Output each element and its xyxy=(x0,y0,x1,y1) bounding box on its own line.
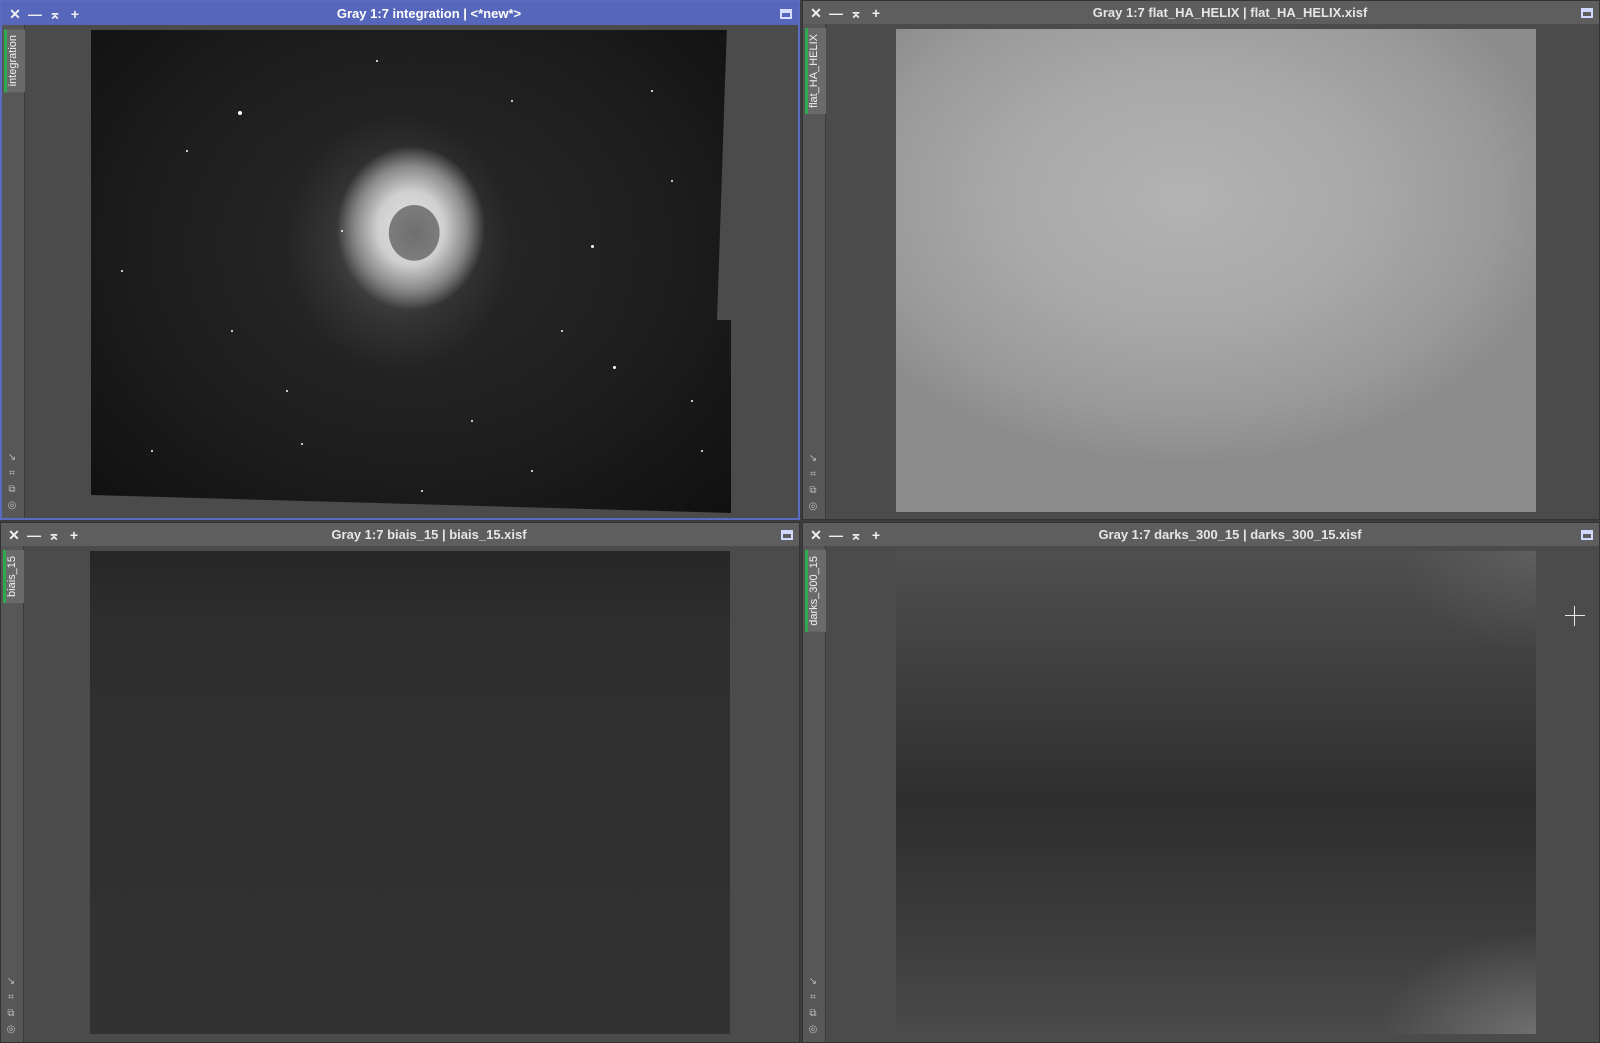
window-titlebar[interactable]: ✕ — ⌅ + Gray 1:7 flat_HA_HELIX | flat_HA… xyxy=(803,1,1599,24)
image-viewport[interactable] xyxy=(24,546,799,1042)
workspace: ✕ — ⌅ + Gray 1:7 integration | <*new*> i… xyxy=(0,0,1600,1043)
extend-icon[interactable]: + xyxy=(869,528,883,542)
arrow-icon[interactable]: ↘ xyxy=(6,452,18,464)
view-tab-bias[interactable]: biais_15 xyxy=(3,550,24,603)
shade-icon[interactable]: — xyxy=(28,7,42,21)
arrow-icon[interactable]: ↘ xyxy=(5,976,17,988)
bias-image[interactable] xyxy=(90,551,730,1034)
maximize-icon[interactable] xyxy=(781,529,793,540)
close-icon[interactable]: ✕ xyxy=(809,528,823,542)
crop-icon[interactable]: ⌗ xyxy=(5,992,17,1004)
crop-icon[interactable]: ⌗ xyxy=(807,469,819,481)
crop-icon[interactable]: ⌗ xyxy=(6,468,18,480)
target-icon[interactable]: ◎ xyxy=(807,1024,819,1036)
image-viewport[interactable] xyxy=(826,546,1599,1042)
shade-icon[interactable]: — xyxy=(27,528,41,542)
target-icon[interactable]: ◎ xyxy=(6,500,18,512)
image-window-integration[interactable]: ✕ — ⌅ + Gray 1:7 integration | <*new*> i… xyxy=(0,0,800,520)
shade-icon[interactable]: — xyxy=(829,528,843,542)
clone-icon[interactable]: ⧉ xyxy=(6,484,18,496)
clone-icon[interactable]: ⧉ xyxy=(807,1008,819,1020)
crosshair-cursor-icon xyxy=(1565,606,1585,626)
window-titlebar[interactable]: ✕ — ⌅ + Gray 1:7 darks_300_15 | darks_30… xyxy=(803,523,1599,546)
view-sidebar: darks_300_15 ↘ ⌗ ⧉ ◎ xyxy=(803,546,826,1042)
extend-icon[interactable]: + xyxy=(869,6,883,20)
view-sidebar: biais_15 ↘ ⌗ ⧉ ◎ xyxy=(1,546,24,1042)
target-icon[interactable]: ◎ xyxy=(807,501,819,513)
close-icon[interactable]: ✕ xyxy=(809,6,823,20)
crop-icon[interactable]: ⌗ xyxy=(807,992,819,1004)
clone-icon[interactable]: ⧉ xyxy=(5,1008,17,1020)
window-title: Gray 1:7 darks_300_15 | darks_300_15.xis… xyxy=(1098,527,1362,542)
view-tab-flat[interactable]: flat_HA_HELIX xyxy=(805,28,826,114)
nebula-image[interactable] xyxy=(91,30,731,513)
clone-icon[interactable]: ⧉ xyxy=(807,485,819,497)
window-title: Gray 1:7 biais_15 | biais_15.xisf xyxy=(331,527,527,542)
image-viewport[interactable] xyxy=(25,25,798,518)
window-titlebar[interactable]: ✕ — ⌅ + Gray 1:7 biais_15 | biais_15.xis… xyxy=(1,523,799,546)
image-window-darks[interactable]: ✕ — ⌅ + Gray 1:7 darks_300_15 | darks_30… xyxy=(802,522,1600,1043)
flat-image[interactable] xyxy=(896,29,1536,512)
maximize-icon[interactable] xyxy=(1581,7,1593,18)
iconize-icon[interactable]: ⌅ xyxy=(849,528,863,542)
window-titlebar[interactable]: ✕ — ⌅ + Gray 1:7 integration | <*new*> xyxy=(2,2,798,25)
window-title: Gray 1:7 integration | <*new*> xyxy=(336,6,522,21)
close-icon[interactable]: ✕ xyxy=(8,7,22,21)
iconize-icon[interactable]: ⌅ xyxy=(48,7,62,21)
image-window-flat[interactable]: ✕ — ⌅ + Gray 1:7 flat_HA_HELIX | flat_HA… xyxy=(802,0,1600,520)
target-icon[interactable]: ◎ xyxy=(5,1024,17,1036)
view-tab-darks[interactable]: darks_300_15 xyxy=(805,550,826,632)
view-sidebar: integration ↘ ⌗ ⧉ ◎ xyxy=(2,25,25,518)
image-window-bias[interactable]: ✕ — ⌅ + Gray 1:7 biais_15 | biais_15.xis… xyxy=(0,522,800,1043)
iconize-icon[interactable]: ⌅ xyxy=(849,6,863,20)
extend-icon[interactable]: + xyxy=(67,528,81,542)
shade-icon[interactable]: — xyxy=(829,6,843,20)
arrow-icon[interactable]: ↘ xyxy=(807,453,819,465)
maximize-icon[interactable] xyxy=(1581,529,1593,540)
arrow-icon[interactable]: ↘ xyxy=(807,976,819,988)
window-title: Gray 1:7 flat_HA_HELIX | flat_HA_HELIX.x… xyxy=(1092,5,1368,20)
extend-icon[interactable]: + xyxy=(68,7,82,21)
darks-image[interactable] xyxy=(896,551,1536,1034)
view-sidebar: flat_HA_HELIX ↘ ⌗ ⧉ ◎ xyxy=(803,24,826,519)
maximize-icon[interactable] xyxy=(780,8,792,19)
iconize-icon[interactable]: ⌅ xyxy=(47,528,61,542)
close-icon[interactable]: ✕ xyxy=(7,528,21,542)
image-viewport[interactable] xyxy=(826,24,1599,519)
view-tab-integration[interactable]: integration xyxy=(4,29,25,93)
